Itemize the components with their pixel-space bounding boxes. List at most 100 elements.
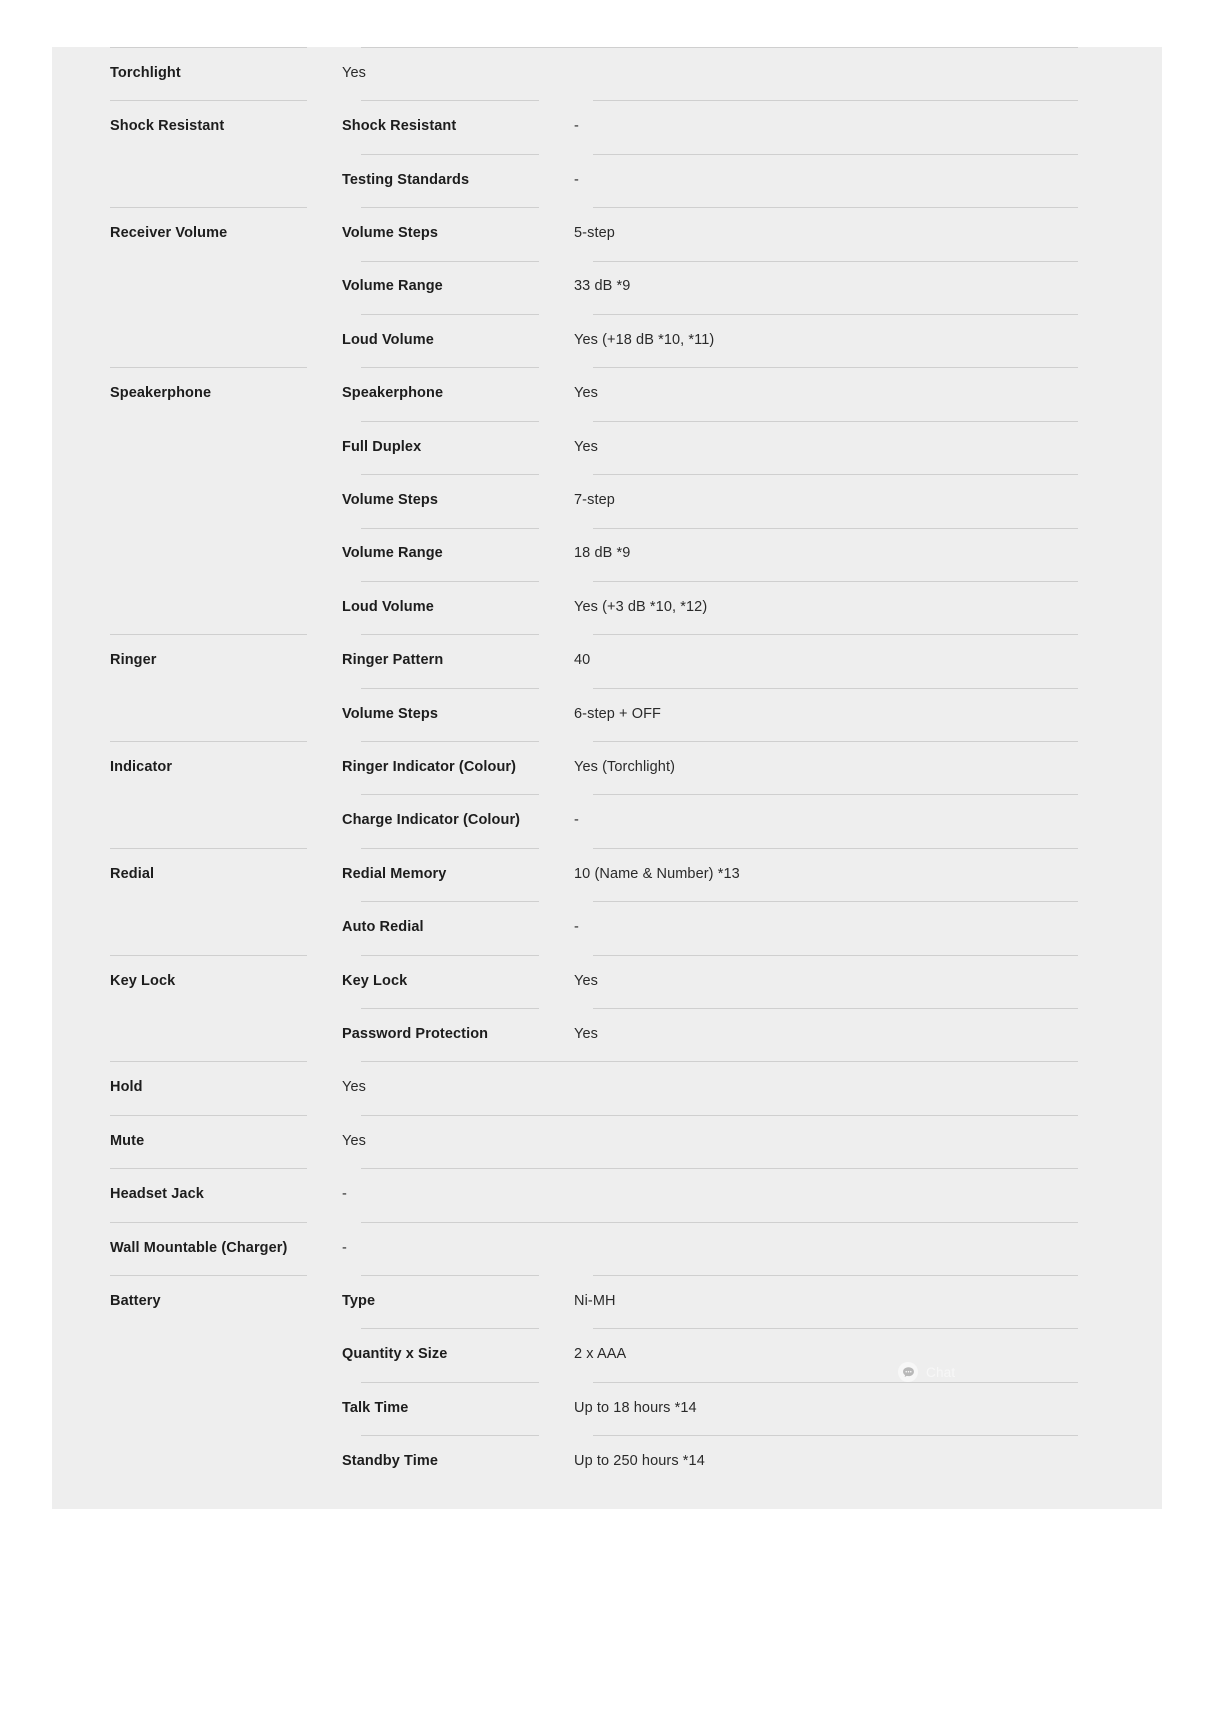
spec-value-cell: - — [555, 153, 1078, 207]
table-row: Headset Jack - — [110, 1168, 1078, 1221]
spec-subrow: Loud Volume Yes (+18 dB *10, *11) — [323, 313, 1078, 367]
spec-subrow: Volume Steps 7-step — [323, 474, 1078, 527]
spec-sublabel-cell: Volume Steps — [323, 207, 555, 260]
spec-value: 6-step + OFF — [574, 705, 662, 722]
spec-group-filler — [110, 154, 315, 207]
spec-value: 5-step — [574, 225, 615, 242]
spec-sublabel: Quantity x Size — [342, 1346, 448, 1363]
spec-value: Up to 18 hours *14 — [574, 1399, 697, 1416]
spec-sublabel: Shock Resistant — [342, 118, 457, 135]
spec-value: - — [574, 919, 579, 936]
spec-group-label: Receiver Volume — [110, 225, 228, 242]
spec-sublabel: Type — [342, 1292, 376, 1309]
spec-value-cell: Yes (Torchlight) — [555, 741, 1078, 794]
spec-subrow: Auto Redial - — [323, 901, 1078, 954]
spec-group-label-box: Ringer — [110, 634, 315, 687]
spec-value-box: - — [574, 794, 1078, 847]
spec-sublabel-cell: Auto Redial — [323, 901, 555, 954]
spec-value-box: Yes — [574, 1008, 1078, 1061]
spec-value-box: - — [342, 1221, 1078, 1275]
spec-value: 2 x AAA — [574, 1346, 627, 1363]
spec-value: - — [574, 812, 579, 829]
table-row: Mute Yes — [110, 1114, 1078, 1168]
spec-sublabel-box: Password Protection — [342, 1008, 547, 1061]
spec-value-box: 33 dB *9 — [574, 260, 1078, 314]
spec-sublabel-box: Speakerphone — [342, 367, 547, 420]
spec-group-label: Torchlight — [110, 64, 181, 81]
spec-sublabel: Password Protection — [342, 1025, 489, 1042]
spec-subrow-stack: Ringer Pattern 40 Volume Steps 6-step + OFF — [323, 634, 1078, 741]
spec-value-box: 10 (Name & Number) *13 — [574, 847, 1078, 901]
spec-value-cell: Up to 250 hours *14 — [555, 1435, 1078, 1488]
spec-group-filler — [110, 688, 315, 741]
chat-bubble-icon — [898, 1362, 918, 1382]
spec-value-cell-wide: - — [323, 1168, 1078, 1221]
spec-value-cell: - — [555, 100, 1078, 153]
spec-subrow: Volume Steps 5-step — [323, 207, 1078, 260]
spec-value-box: Ni-MH — [574, 1274, 1078, 1328]
table-row: Redial Redial Memory 10 (Name & Number) *1… — [110, 847, 1078, 955]
spec-value: Yes (+18 dB *10, *11) — [574, 331, 715, 348]
spec-subrow: Volume Steps 6-step + OFF — [323, 687, 1078, 741]
spec-group-filler — [110, 901, 315, 954]
spec-sublabel-box: Shock Resistant — [342, 100, 547, 153]
spec-group-label: Battery — [110, 1292, 161, 1309]
spec-group-label-box: Indicator — [110, 741, 315, 794]
spec-value: - — [574, 118, 579, 135]
spec-value-cell: 6-step + OFF — [555, 687, 1078, 741]
spec-sublabel: Volume Steps — [342, 705, 439, 722]
spec-group-label-box: Key Lock — [110, 954, 315, 1008]
spec-value-box: Up to 18 hours *14 — [574, 1381, 1078, 1435]
spec-group-cell: Mute — [110, 1114, 323, 1168]
spec-value: 18 dB *9 — [574, 545, 631, 562]
spec-group-label-box: Mute — [110, 1114, 315, 1168]
spec-group-filler — [110, 1008, 315, 1061]
spec-sublabel: Volume Steps — [342, 492, 439, 509]
spec-sublabel: Speakerphone — [342, 385, 444, 402]
spec-group-label-box: Hold — [110, 1061, 315, 1114]
spec-sublabel-box: Volume Steps — [342, 474, 547, 527]
spec-value-box: Yes — [342, 47, 1078, 100]
spec-sublabel-cell: Shock Resistant — [323, 100, 555, 153]
spec-group-cell: Battery — [110, 1274, 323, 1489]
spec-sublabel-cell: Ringer Pattern — [323, 634, 555, 687]
spec-group-label: Ringer — [110, 652, 157, 669]
spec-sublabel: Standby Time — [342, 1453, 439, 1470]
spec-sublabel-box: Auto Redial — [342, 901, 547, 954]
spec-sublabel: Volume Range — [342, 278, 443, 295]
spec-sublabel-box: Charge Indicator (Colour) — [342, 794, 547, 847]
spec-subrow: Shock Resistant - — [323, 100, 1078, 153]
spec-sublabel: Auto Redial — [342, 919, 424, 936]
spec-value-cell: Yes — [555, 1008, 1078, 1061]
spec-group-cell: Redial — [110, 847, 323, 955]
chat-widget[interactable]: Chat — [898, 1358, 1018, 1386]
spec-sublabel-box: Volume Range — [342, 527, 547, 581]
spec-sublabel-cell: Speakerphone — [323, 367, 555, 420]
spec-sublabel-cell: Loud Volume — [323, 313, 555, 367]
spec-value-cell: - — [555, 794, 1078, 847]
spec-group-label-box: Shock Resistant — [110, 100, 315, 153]
spec-subrow: Ringer Pattern 40 — [323, 634, 1078, 687]
spec-sublabel: Testing Standards — [342, 171, 470, 188]
spec-group-filler — [110, 794, 315, 847]
spec-group-label: Wall Mountable (Charger) — [110, 1239, 288, 1256]
spec-sublabel: Key Lock — [342, 972, 408, 989]
spec-sublabel-cell: Volume Range — [323, 527, 555, 581]
spec-sublabel-box: Talk Time — [342, 1381, 547, 1435]
spec-value-cell: 18 dB *9 — [555, 527, 1078, 581]
spec-value: Ni-MH — [574, 1292, 616, 1309]
spec-group-filler — [110, 1328, 315, 1488]
spec-sublabel-cell: Testing Standards — [323, 153, 555, 207]
spec-sublabel: Volume Steps — [342, 225, 439, 242]
spec-value: - — [574, 171, 579, 188]
spec-subrow-stack: Shock Resistant - Testing Standards - — [323, 100, 1078, 207]
spec-value-cell-wide: Yes — [323, 1114, 1078, 1168]
spec-sublabel-box: Volume Steps — [342, 687, 547, 741]
spec-sublabel-box: Volume Range — [342, 260, 547, 314]
spec-group-label: Redial — [110, 865, 155, 882]
spec-subrow: Charge Indicator (Colour) - — [323, 794, 1078, 847]
spec-group-cell: Wall Mountable (Charger) — [110, 1221, 323, 1275]
spec-group-label-box: Wall Mountable (Charger) — [110, 1221, 315, 1275]
spec-group-label-box: Headset Jack — [110, 1168, 315, 1221]
spec-sublabel: Ringer Indicator (Colour) — [342, 758, 517, 775]
